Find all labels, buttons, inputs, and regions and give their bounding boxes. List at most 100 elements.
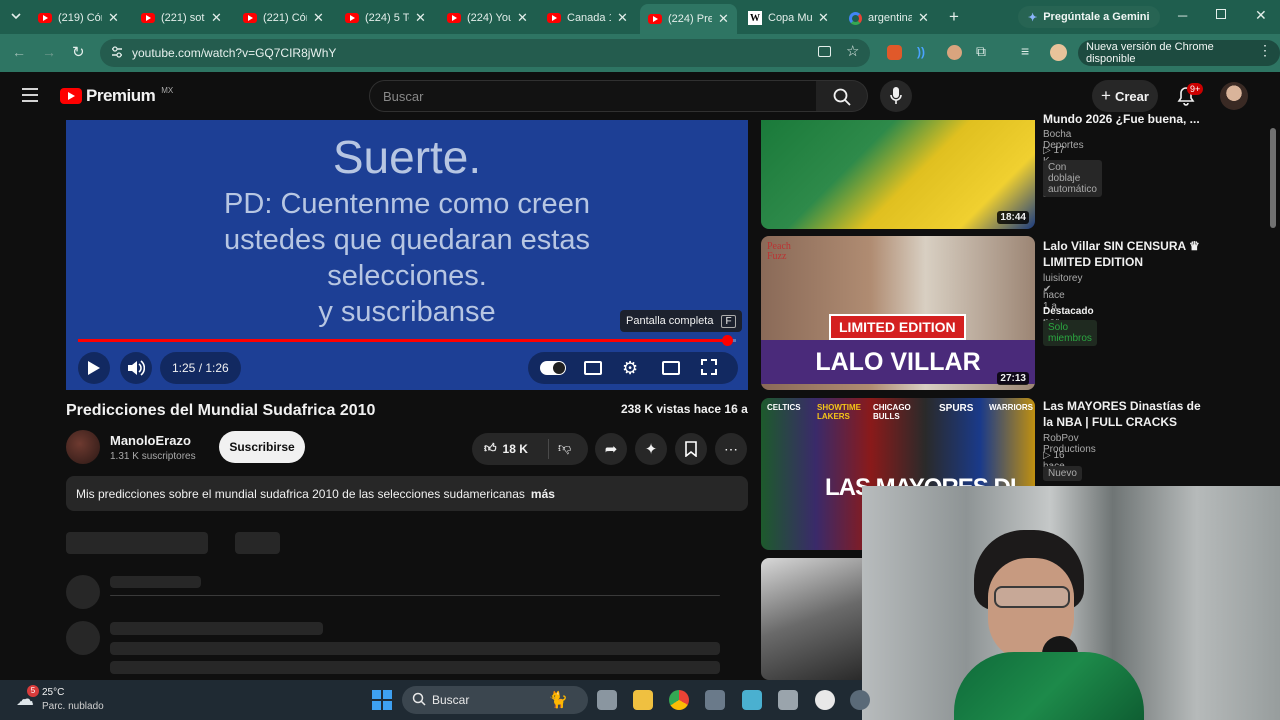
close-tab-icon[interactable]: ✕	[517, 10, 528, 26]
windows-taskbar: ☁ 5 25°C Parc. nublado Buscar 🐈	[0, 680, 870, 720]
search-input[interactable]: Buscar	[369, 80, 817, 112]
search-icon	[412, 692, 426, 709]
subtitles-icon[interactable]	[584, 361, 602, 375]
close-tab-icon[interactable]: ✕	[617, 10, 628, 26]
channel-avatar[interactable]	[66, 430, 100, 464]
gemini-button[interactable]: ✦ Pregúntale a Gemini	[1018, 6, 1160, 28]
description-box[interactable]: Mis predicciones sobre el mundial sudafr…	[66, 476, 748, 511]
bookmark-star-icon[interactable]: ☆	[846, 42, 859, 60]
show-more-link[interactable]: más	[531, 487, 555, 501]
subscribe-button[interactable]: Suscribirse	[219, 431, 305, 463]
browser-tab-active[interactable]: (224) Pre ✕	[640, 4, 737, 34]
youtube-favicon-icon	[447, 13, 461, 23]
skeleton-divider	[110, 595, 720, 596]
close-window-icon[interactable]: ✕	[1255, 7, 1267, 24]
youtube-play-logo-icon	[60, 88, 82, 104]
browser-tab[interactable]: (219) Cón✕	[38, 6, 119, 30]
channel-name[interactable]: ManoloErazo	[110, 433, 191, 448]
autoplay-toggle[interactable]	[540, 361, 566, 375]
settings-gear-icon[interactable]: ⚙	[622, 358, 638, 379]
close-tab-icon[interactable]: ✕	[818, 10, 829, 26]
restore-icon[interactable]	[1216, 9, 1226, 19]
sparkle-icon: ✦	[644, 441, 658, 458]
extension-face-icon[interactable]	[947, 45, 962, 60]
save-button[interactable]	[675, 433, 707, 465]
progress-bar[interactable]	[78, 335, 736, 346]
create-button[interactable]: + Crear	[1092, 80, 1158, 112]
video-thumbnail[interactable]	[761, 558, 862, 680]
chrome-taskbar-icon[interactable]	[669, 690, 689, 710]
account-avatar[interactable]	[1220, 82, 1248, 110]
thumbnail-brand-text: Peach Fuzz	[767, 241, 791, 262]
extension-wave-icon[interactable]: ))	[917, 45, 925, 59]
play-icon	[88, 361, 100, 375]
thumbnail-name-text: LALO VILLAR	[761, 340, 1035, 384]
extension-fox-icon[interactable]	[887, 45, 902, 60]
share-icon: ➦	[604, 441, 618, 458]
close-tab-icon[interactable]: ✕	[211, 10, 222, 26]
page-scrollbar[interactable]	[1270, 128, 1276, 228]
skeleton-line	[110, 661, 720, 674]
calculator-taskbar-icon[interactable]	[778, 690, 798, 710]
close-tab-icon[interactable]: ✕	[313, 10, 324, 26]
tab-search-icon[interactable]	[10, 10, 22, 22]
like-button[interactable]: 👍︎ 18 K	[484, 441, 528, 456]
address-bar[interactable]: youtube.com/watch?v=GQ7CIR8jWhY ☆	[100, 39, 870, 67]
taskbar-search[interactable]: Buscar 🐈	[402, 686, 588, 714]
guide-menu-icon[interactable]	[22, 88, 38, 107]
more-actions-button[interactable]: ⋯	[715, 433, 747, 465]
recommendation-title: Las MAYORES Dinastías de la NBA | FULL C…	[1043, 399, 1201, 429]
reload-icon[interactable]: ↻	[72, 43, 85, 61]
windows-start-icon[interactable]	[372, 690, 392, 710]
install-app-icon[interactable]	[818, 46, 831, 57]
site-info-icon[interactable]	[110, 45, 124, 64]
video-thumbnail[interactable]: Peach Fuzz LIMITED EDITION LALO VILLAR 2…	[761, 236, 1035, 390]
youtube-favicon-icon	[648, 14, 662, 24]
scrubber-handle[interactable]	[722, 335, 734, 346]
browser-tab[interactable]: (221) Cón✕	[243, 6, 324, 30]
back-icon[interactable]: ←	[12, 44, 26, 60]
minimize-icon[interactable]: ─	[1178, 8, 1187, 23]
close-tab-icon[interactable]: ✕	[918, 10, 929, 26]
browser-tab[interactable]: (224) You ✕	[447, 6, 528, 30]
chrome-update-chip[interactable]: Nueva versión de Chrome disponible	[1078, 40, 1280, 66]
share-button[interactable]: ➦	[595, 433, 627, 465]
duration-badge: 18:44	[997, 211, 1029, 224]
settings-taskbar-icon[interactable]	[705, 690, 725, 710]
skeleton-line	[110, 622, 323, 635]
file-explorer-icon[interactable]	[633, 690, 653, 710]
theater-mode-icon[interactable]	[662, 361, 680, 375]
search-icon	[833, 88, 851, 106]
thumbs-up-icon: 👍︎	[484, 441, 497, 455]
video-player[interactable]: Suerte. PD: Cuentenme como creen ustedes…	[66, 120, 748, 390]
youtube-logo[interactable]: Premium MX	[60, 86, 173, 106]
mute-button[interactable]	[120, 352, 152, 384]
browser-tab[interactable]: W Copa Mu ✕	[748, 6, 829, 30]
task-view-icon[interactable]	[597, 690, 617, 710]
chrome-menu-icon[interactable]: ⋮	[1258, 42, 1272, 59]
play-button[interactable]	[78, 352, 110, 384]
browser-tab[interactable]: (221) sot ✕	[141, 6, 222, 30]
video-thumbnail[interactable]: 18:44	[761, 120, 1035, 229]
close-tab-icon[interactable]: ✕	[415, 10, 426, 26]
fullscreen-icon[interactable]	[701, 359, 717, 380]
browser-tab[interactable]: (224) 5 Te✕	[345, 6, 426, 30]
ask-ai-button[interactable]: ✦	[635, 433, 667, 465]
close-tab-icon[interactable]: ✕	[718, 11, 729, 27]
search-button[interactable]	[816, 80, 868, 112]
browser-tab[interactable]: Canada 1 ✕	[547, 6, 628, 30]
webcam-person-glasses	[994, 586, 1070, 608]
obs-taskbar-icon[interactable]	[815, 690, 835, 710]
members-only-badge: Solo miembros	[1043, 320, 1097, 346]
profile-avatar-icon[interactable]	[1050, 44, 1067, 61]
new-tab-icon[interactable]: +	[949, 7, 959, 27]
thumbs-down-icon[interactable]: 👎︎	[558, 440, 571, 456]
forward-icon[interactable]: →	[42, 44, 56, 60]
voice-search-button[interactable]	[880, 80, 912, 112]
notepad-taskbar-icon[interactable]	[742, 690, 762, 710]
extensions-puzzle-icon[interactable]: ⧉	[976, 43, 986, 60]
media-queue-icon[interactable]: ≡	[1021, 43, 1029, 59]
clock-taskbar-icon[interactable]	[850, 690, 870, 710]
browser-tab[interactable]: argentina ✕	[849, 6, 929, 30]
close-tab-icon[interactable]: ✕	[108, 10, 119, 26]
